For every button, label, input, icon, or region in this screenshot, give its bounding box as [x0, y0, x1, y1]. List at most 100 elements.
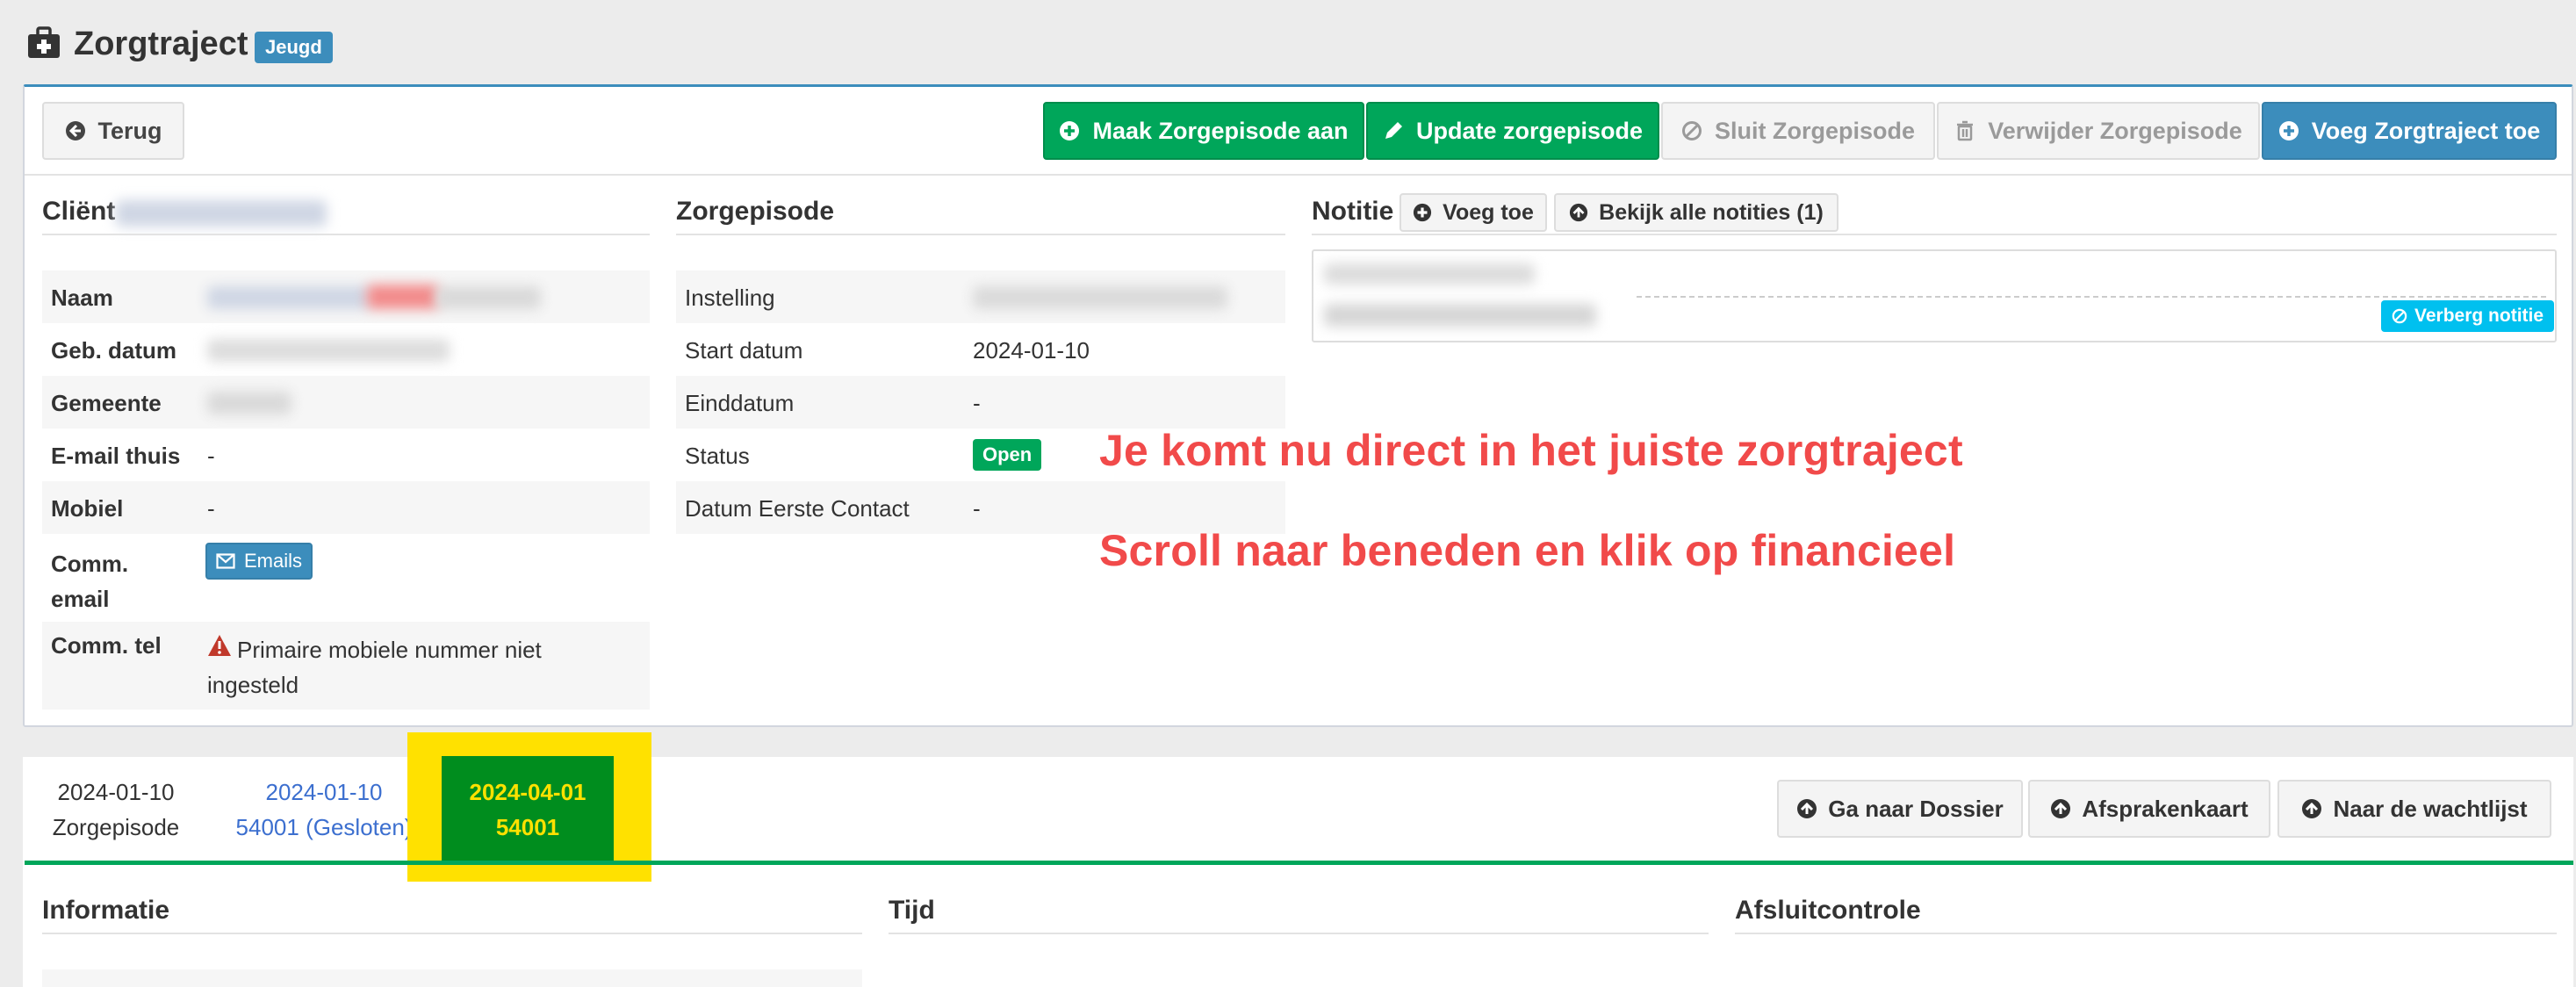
episode-tab-label: 54001 [495, 814, 560, 840]
redacted-value [207, 392, 291, 414]
arrow-circle-up-icon [2051, 799, 2071, 818]
redacted-value [367, 285, 439, 309]
emails-button[interactable]: Emails [205, 543, 313, 580]
plus-circle-icon [2278, 121, 2299, 140]
client-row-comm-tel: Comm. tel Primaire mobiele nummer niet i… [42, 622, 650, 710]
episode-row-start: Start datum 2024-01-10 [676, 323, 1285, 376]
go-to-dossier-label: Ga naar Dossier [1828, 795, 2004, 822]
episode-tab-label: Zorgepisode [52, 814, 180, 840]
client-heading: Cliënt [42, 197, 116, 226]
back-label: Terug [97, 117, 162, 144]
back-button[interactable]: Terug [42, 102, 184, 160]
status-badge: Open [973, 439, 1042, 471]
client-value: - [207, 443, 215, 469]
annotation-line-1: Je komt nu direct in het juiste zorgtraj… [1099, 426, 1963, 475]
plus-circle-icon [1414, 203, 1432, 222]
time-heading: Tijd [889, 896, 935, 925]
client-row-email: E-mail thuis - [42, 429, 650, 481]
episode-tab-second[interactable]: 2024-01-10 54001 (Gesloten) [232, 774, 416, 845]
create-episode-button[interactable]: Maak Zorgepisode aan [1043, 102, 1364, 160]
hide-note-button[interactable]: Verberg notitie [2381, 300, 2555, 332]
episode-label: Instelling [685, 285, 775, 311]
medkit-icon [28, 26, 60, 58]
arrow-circle-left-icon [65, 121, 85, 140]
episode-row-institution: Instelling [676, 270, 1285, 323]
episode-value: 2024-01-10 [973, 337, 1090, 364]
episode-tab-date: 2024-04-01 [469, 779, 586, 805]
episode-row-end: Einddatum - [676, 376, 1285, 429]
view-all-notes-button[interactable]: Bekijk alle notities (1) [1554, 193, 1838, 232]
add-note-button[interactable]: Voeg toe [1400, 193, 1547, 232]
episode-label: Datum Eerste Contact [685, 495, 910, 522]
client-name-blurred [116, 200, 327, 227]
delete-episode-button[interactable]: Verwijder Zorgepisode [1937, 102, 2260, 160]
envelope-icon [216, 553, 235, 569]
create-episode-label: Maak Zorgepisode aan [1092, 117, 1349, 144]
episode-divider [676, 234, 1285, 235]
redacted-value [207, 339, 450, 362]
client-label: Comm. tel [51, 632, 162, 659]
notes-heading: Notitie [1312, 197, 1394, 226]
page-title: Zorgtraject [74, 25, 248, 62]
client-label: Mobiel [51, 495, 124, 522]
add-trajectory-button[interactable]: Voeg Zorgtraject toe [2262, 102, 2557, 160]
episode-tab-first[interactable]: 2024-01-10 Zorgepisode [47, 774, 184, 845]
episode-heading: Zorgepisode [676, 197, 835, 226]
appointment-card-label: Afsprakenkaart [2082, 795, 2249, 822]
redacted-value [973, 286, 1227, 309]
update-episode-label: Update zorgepisode [1415, 117, 1644, 144]
episode-tabs-underline [25, 861, 2573, 865]
add-note-label: Voeg toe [1443, 199, 1534, 225]
ban-icon [1681, 121, 1702, 140]
notes-divider [1312, 234, 2557, 235]
hide-note-label: Verberg notitie [2414, 306, 2544, 326]
info-divider [42, 933, 862, 934]
info-heading: Informatie [42, 896, 170, 925]
episode-label: Status [685, 443, 750, 469]
close-episode-button[interactable]: Sluit Zorgepisode [1661, 102, 1935, 160]
client-label: Comm. email [51, 551, 129, 612]
arrow-circle-up-icon [2302, 799, 2322, 818]
arrow-circle-up-icon [1797, 799, 1817, 818]
ban-icon [2392, 308, 2407, 324]
client-row-dob: Geb. datum [42, 323, 650, 376]
close-episode-label: Sluit Zorgepisode [1714, 117, 1915, 144]
client-value: - [207, 495, 215, 522]
annotation-line-2: Scroll naar beneden en klik op financiee… [1099, 526, 1956, 575]
waitlist-button[interactable]: Naar de wachtlijst [2277, 780, 2551, 838]
closing-check-divider [1735, 933, 2557, 934]
pencil-icon [1385, 122, 1402, 139]
type-badge: Jeugd [255, 32, 333, 63]
note-meta-blurred [1324, 263, 1535, 285]
emails-label: Emails [244, 550, 303, 572]
go-to-dossier-button[interactable]: Ga naar Dossier [1777, 780, 2023, 838]
client-label: E-mail thuis [51, 443, 181, 469]
arrow-circle-up-icon [1570, 203, 1588, 222]
trash-icon [1957, 120, 1974, 141]
plus-circle-icon [1060, 121, 1080, 140]
time-divider [889, 933, 1709, 934]
note-text-blurred [1324, 304, 1596, 327]
client-row-comm-email: Comm. email Emails [42, 534, 650, 622]
client-label: Gemeente [51, 390, 162, 416]
info-row [42, 969, 862, 987]
client-label: Geb. datum [51, 337, 177, 364]
appointment-card-button[interactable]: Afsprakenkaart [2028, 780, 2270, 838]
delete-episode-label: Verwijder Zorgepisode [1988, 117, 2242, 144]
waitlist-label: Naar de wachtlijst [2333, 795, 2528, 822]
episode-value: - [973, 390, 981, 416]
closing-check-heading: Afsluitcontrole [1735, 896, 1921, 925]
redacted-value [435, 286, 541, 309]
client-row-mobile: Mobiel - [42, 481, 650, 534]
comm-tel-warning: Primaire mobiele nummer niet ingesteld [207, 637, 542, 698]
toolbar-divider [25, 174, 2572, 176]
view-all-notes-label: Bekijk alle notities (1) [1599, 199, 1824, 225]
client-row-municipality: Gemeente [42, 376, 650, 429]
client-label: Naam [51, 285, 113, 311]
note-separator [1637, 296, 2546, 298]
episode-tab-label: 54001 (Gesloten) [235, 814, 413, 840]
episode-tab-date: 2024-01-10 [265, 779, 383, 805]
update-episode-button[interactable]: Update zorgepisode [1366, 102, 1659, 160]
redacted-value [207, 286, 371, 309]
episode-tab-date: 2024-01-10 [57, 779, 175, 805]
